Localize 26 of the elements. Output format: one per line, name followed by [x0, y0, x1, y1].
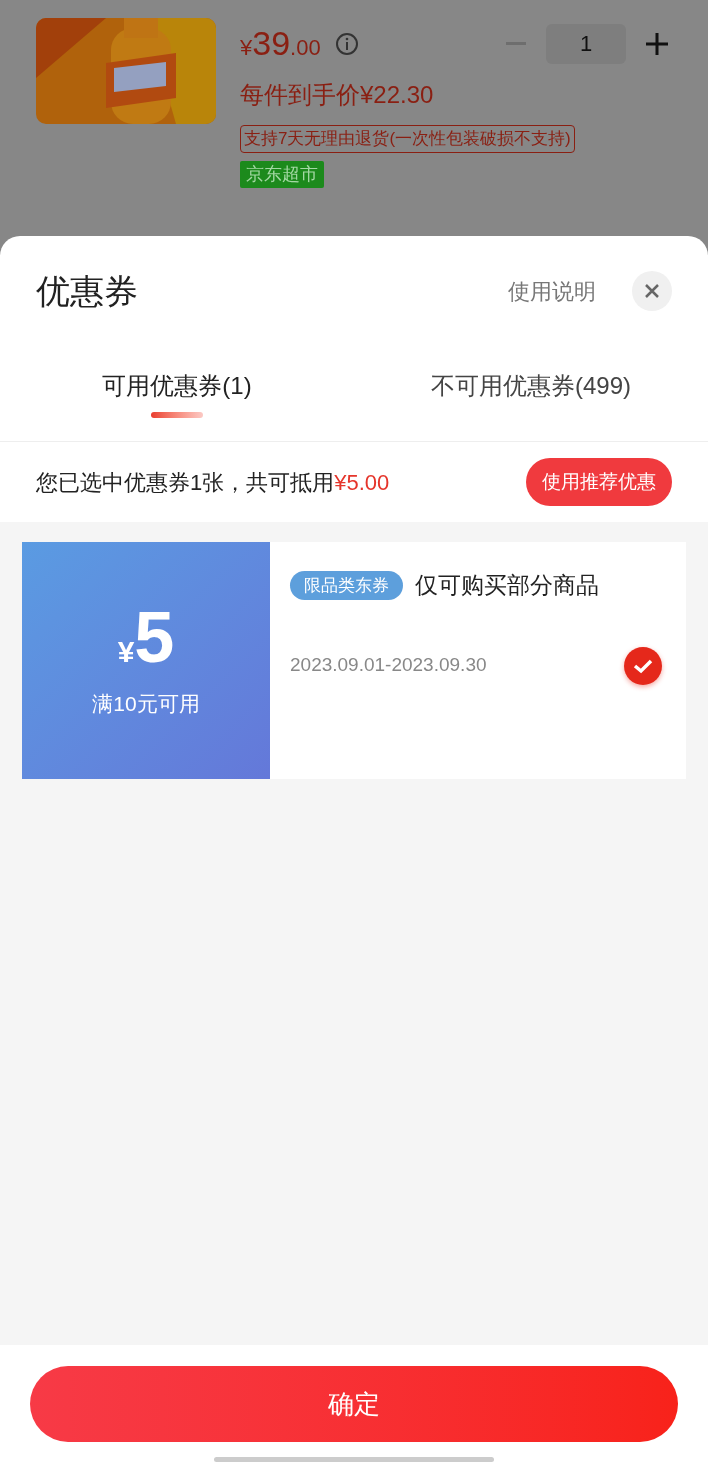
- coupon-condition: 满10元可用: [92, 691, 200, 718]
- confirm-button[interactable]: 确定: [30, 1366, 678, 1442]
- store-tag: 京东超市: [240, 160, 324, 188]
- coupon-tag: 限品类东券: [290, 570, 403, 600]
- tab[interactable]: 可用优惠券(1): [102, 368, 252, 404]
- return-policy: 支持7天无理由退货(一次性包装破损不支持): [240, 125, 575, 153]
- close-button[interactable]: [632, 271, 672, 311]
- coupon-validity: 2023.09.01-2023.09.30: [290, 653, 487, 678]
- close-icon: [644, 283, 660, 299]
- summary-text: 您已选中优惠券1张，共可抵用: [36, 468, 335, 497]
- check-icon[interactable]: [624, 646, 662, 685]
- coupon-card[interactable]: ¥5 满10元可用 限品类东券 仅可购买部分商品 2023.09.01-2023.09.30: [22, 542, 686, 779]
- sheet-title: 优惠券: [36, 270, 139, 312]
- tab[interactable]: 不可用优惠券(499): [431, 368, 631, 404]
- coupon-description: 仅可购买部分商品: [415, 571, 599, 600]
- summary-amount: ¥5.00: [334, 468, 391, 497]
- checkmark-icon: [633, 657, 653, 674]
- recommend-button[interactable]: 使用推荐优惠: [526, 458, 672, 506]
- coupon-amount: 5: [134, 601, 175, 674]
- currency-symbol: ¥: [117, 635, 135, 671]
- help-link[interactable]: 使用说明: [508, 274, 596, 308]
- final-price: 每件到手价¥22.30: [240, 80, 435, 110]
- price: ¥39.00: [240, 23, 321, 64]
- info-icon[interactable]: [334, 31, 359, 56]
- quantity-field[interactable]: 1: [546, 23, 626, 64]
- plus-icon[interactable]: [646, 32, 668, 55]
